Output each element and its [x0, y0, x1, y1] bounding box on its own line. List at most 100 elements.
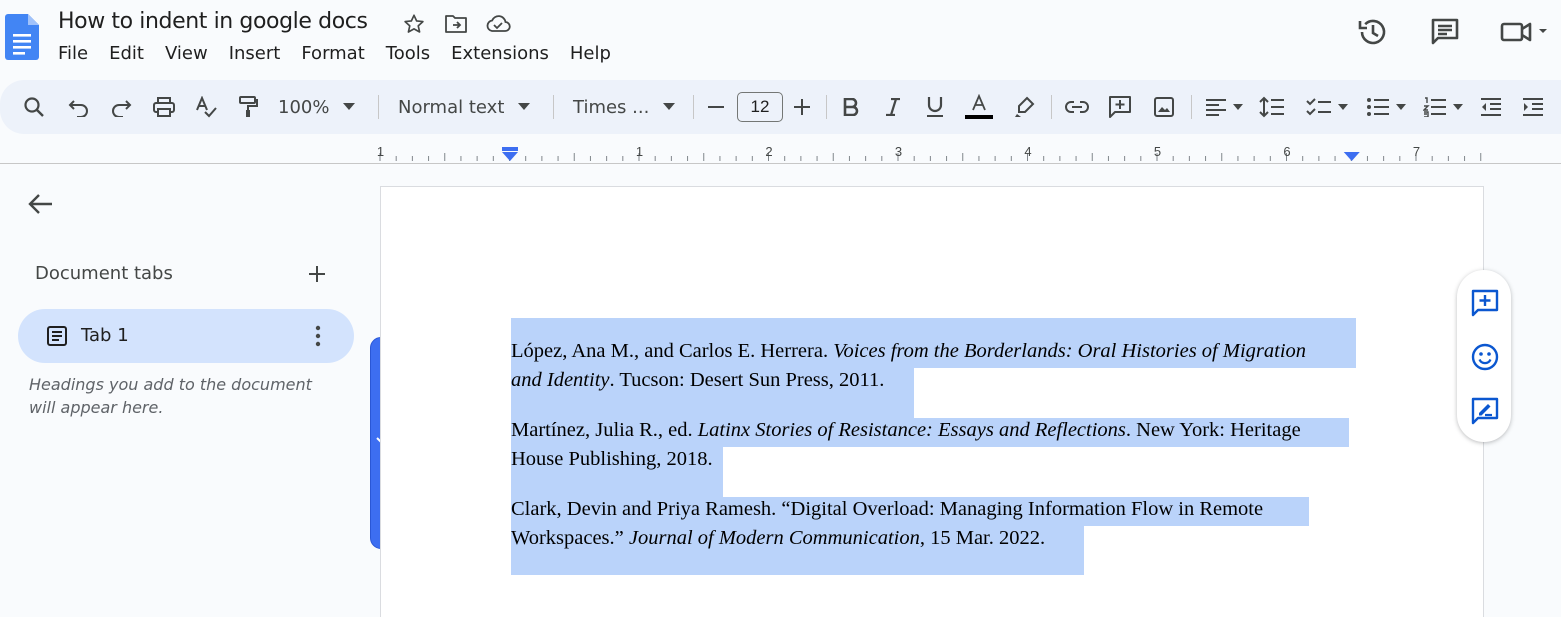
- insert-link-icon[interactable]: [1063, 80, 1091, 134]
- more-vert-icon[interactable]: [306, 323, 330, 349]
- checklist-select[interactable]: [1302, 80, 1352, 134]
- menu-help[interactable]: Help: [559, 43, 621, 65]
- font-size-value: 12: [737, 92, 783, 122]
- paragraph-style-value: Normal text: [398, 96, 505, 118]
- zoom-select[interactable]: 100%: [278, 80, 368, 134]
- entry-title-italic: Latinx Stories of Resistance: Essays and…: [697, 419, 1126, 441]
- font-family-select[interactable]: Times ...: [573, 80, 681, 134]
- italic-icon[interactable]: [880, 80, 906, 134]
- formatting-toolbar: 100% Normal text Times ... 12: [0, 80, 1561, 134]
- docs-logo-icon[interactable]: [5, 14, 39, 60]
- menu-file[interactable]: File: [58, 43, 99, 65]
- bibliography-entry[interactable]: Martínez, Julia R., ed. Latinx Stories o…: [511, 416, 1301, 474]
- left-indent-marker: [502, 152, 518, 161]
- entry-text: López, Ana M., and Carlos E. Herrera.: [511, 340, 834, 362]
- menu-extensions[interactable]: Extensions: [441, 43, 560, 65]
- paint-format-icon[interactable]: [232, 80, 264, 134]
- zoom-value: 100%: [278, 96, 330, 118]
- ruler-label: 3: [895, 144, 902, 159]
- meet-icon[interactable]: [1499, 14, 1549, 50]
- underline-icon[interactable]: [922, 80, 948, 134]
- toolbar-divider: [693, 95, 694, 119]
- entry-text: Workspaces.”: [511, 527, 629, 549]
- floating-comment-panel: [1457, 270, 1511, 442]
- document-tab-icon: [47, 326, 67, 346]
- document-page[interactable]: López, Ana M., and Carlos E. Herrera. Vo…: [380, 186, 1484, 617]
- decrease-indent-icon[interactable]: [1477, 80, 1505, 134]
- numbered-list-select[interactable]: [1419, 80, 1467, 134]
- entry-title-italic: and Identity: [511, 369, 610, 391]
- comments-icon[interactable]: [1427, 14, 1463, 50]
- toolbar-divider: [1051, 95, 1052, 119]
- ruler-label: 7: [1413, 144, 1420, 159]
- ruler-label: 2: [765, 144, 772, 159]
- ruler-label: 1: [636, 144, 643, 159]
- document-title[interactable]: How to indent in google docs: [58, 9, 368, 34]
- ruler-scale: 1 1 2 3 4 5 6 7: [377, 144, 1482, 161]
- bold-icon[interactable]: [838, 80, 864, 134]
- tab-item-tab-1[interactable]: Tab 1: [18, 309, 354, 363]
- header-right-actions: [1355, 14, 1549, 50]
- menu-insert[interactable]: Insert: [218, 43, 291, 65]
- increase-font-size-icon[interactable]: [790, 80, 814, 134]
- add-tab-icon[interactable]: [304, 261, 330, 287]
- print-icon[interactable]: [148, 80, 180, 134]
- chevron-down-icon: [663, 103, 676, 110]
- menu-format[interactable]: Format: [291, 43, 375, 65]
- checklist-icon: [1306, 98, 1331, 116]
- text-color-icon[interactable]: [963, 80, 995, 134]
- font-size-input[interactable]: 12: [737, 80, 783, 134]
- toolbar-divider: [826, 95, 827, 119]
- highlight-color-icon[interactable]: [1010, 80, 1038, 134]
- back-arrow-icon[interactable]: [26, 189, 56, 219]
- menu-edit[interactable]: Edit: [99, 43, 155, 65]
- align-select[interactable]: [1201, 80, 1247, 134]
- cloud-saved-icon[interactable]: [485, 11, 511, 37]
- decrease-font-size-icon[interactable]: [704, 80, 728, 134]
- entry-title-italic: Journal of Modern Communication: [628, 527, 920, 549]
- chevron-down-icon: [1453, 104, 1463, 110]
- entry-line: and Identity. Tucson: Desert Sun Press, …: [511, 366, 1306, 395]
- increase-indent-icon[interactable]: [1518, 80, 1548, 134]
- horizontal-ruler[interactable]: 1 1 2 3 4 5 6 7: [0, 140, 1561, 164]
- line-spacing-icon[interactable]: [1257, 80, 1287, 134]
- entry-text: Martínez, Julia R., ed.: [511, 419, 698, 441]
- ruler-label: 5: [1154, 144, 1161, 159]
- bibliography-entry[interactable]: Clark, Devin and Priya Ramesh. “Digital …: [511, 495, 1263, 553]
- redo-icon[interactable]: [106, 80, 136, 134]
- entry-line: López, Ana M., and Carlos E. Herrera. Vo…: [511, 337, 1306, 366]
- paragraph-style-select[interactable]: Normal text: [398, 80, 538, 134]
- emoji-reaction-icon[interactable]: [1470, 342, 1500, 372]
- document-outline-sidebar: Document tabs Tab 1 Headings you add to …: [0, 165, 370, 617]
- entry-text: , 15 Mar. 2022.: [919, 527, 1046, 549]
- toolbar-divider: [553, 95, 554, 119]
- entry-text: House Publishing, 2018.: [511, 448, 713, 470]
- entry-line: Clark, Devin and Priya Ramesh. “Digital …: [511, 495, 1263, 524]
- entry-line: Workspaces.” Journal of Modern Communica…: [511, 524, 1263, 553]
- chevron-down-icon: [1338, 104, 1348, 110]
- title-bar: How to indent in google docs File Edit V…: [0, 0, 1561, 78]
- add-comment-icon[interactable]: [1470, 288, 1500, 318]
- entry-line: Martínez, Julia R., ed. Latinx Stories o…: [511, 416, 1301, 445]
- insert-image-icon[interactable]: [1150, 80, 1178, 134]
- insert-comment-icon[interactable]: [1106, 80, 1134, 134]
- toolbar-divider: [378, 95, 379, 119]
- menu-tools[interactable]: Tools: [375, 43, 440, 65]
- undo-icon[interactable]: [64, 80, 94, 134]
- bibliography-entry[interactable]: López, Ana M., and Carlos E. Herrera. Vo…: [511, 337, 1306, 395]
- move-to-folder-icon[interactable]: [443, 11, 469, 37]
- font-family-value: Times ...: [573, 96, 650, 118]
- star-icon[interactable]: [401, 11, 427, 37]
- right-indent-marker: [1343, 152, 1360, 161]
- chevron-down-icon: [1396, 104, 1406, 110]
- bulleted-list-select[interactable]: [1362, 80, 1410, 134]
- suggest-edits-icon[interactable]: [1470, 396, 1500, 426]
- spellcheck-icon[interactable]: [190, 80, 222, 134]
- menu-view[interactable]: View: [154, 43, 218, 65]
- headings-hint-text: Headings you add to the document will ap…: [29, 375, 312, 417]
- version-history-icon[interactable]: [1355, 14, 1391, 50]
- first-line-indent-marker: [502, 147, 518, 151]
- search-menus-icon[interactable]: [18, 80, 50, 134]
- chevron-down-icon: [343, 103, 356, 110]
- entry-text: . New York: Heritage: [1125, 419, 1301, 441]
